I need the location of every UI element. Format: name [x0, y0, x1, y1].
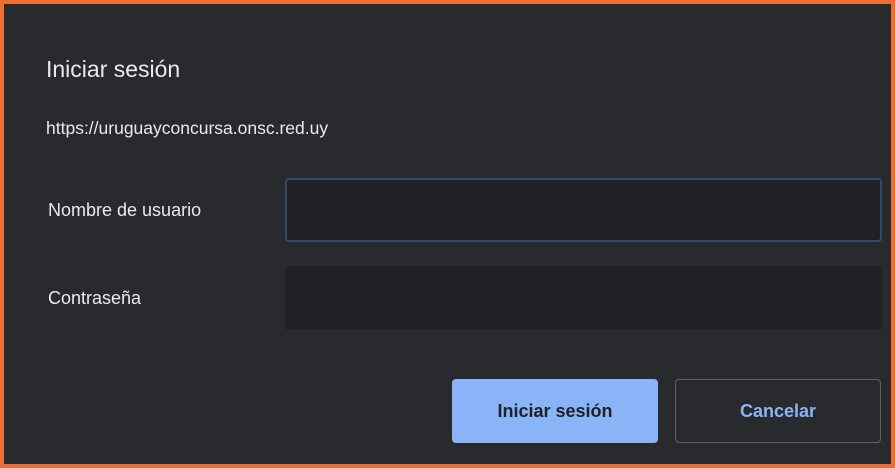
- cancel-button[interactable]: Cancelar: [675, 379, 881, 443]
- sign-in-button[interactable]: Iniciar sesión: [452, 379, 658, 443]
- site-url: https://uruguayconcursa.onsc.red.uy: [46, 118, 329, 138]
- login-dialog: Iniciar sesión https://uruguayconcursa.o…: [0, 0, 895, 468]
- username-label: Nombre de usuario: [48, 200, 202, 220]
- password-label: Contraseña: [48, 288, 142, 308]
- dialog-title: Iniciar sesión: [46, 56, 181, 82]
- password-input[interactable]: [285, 266, 882, 330]
- username-input[interactable]: [285, 178, 882, 242]
